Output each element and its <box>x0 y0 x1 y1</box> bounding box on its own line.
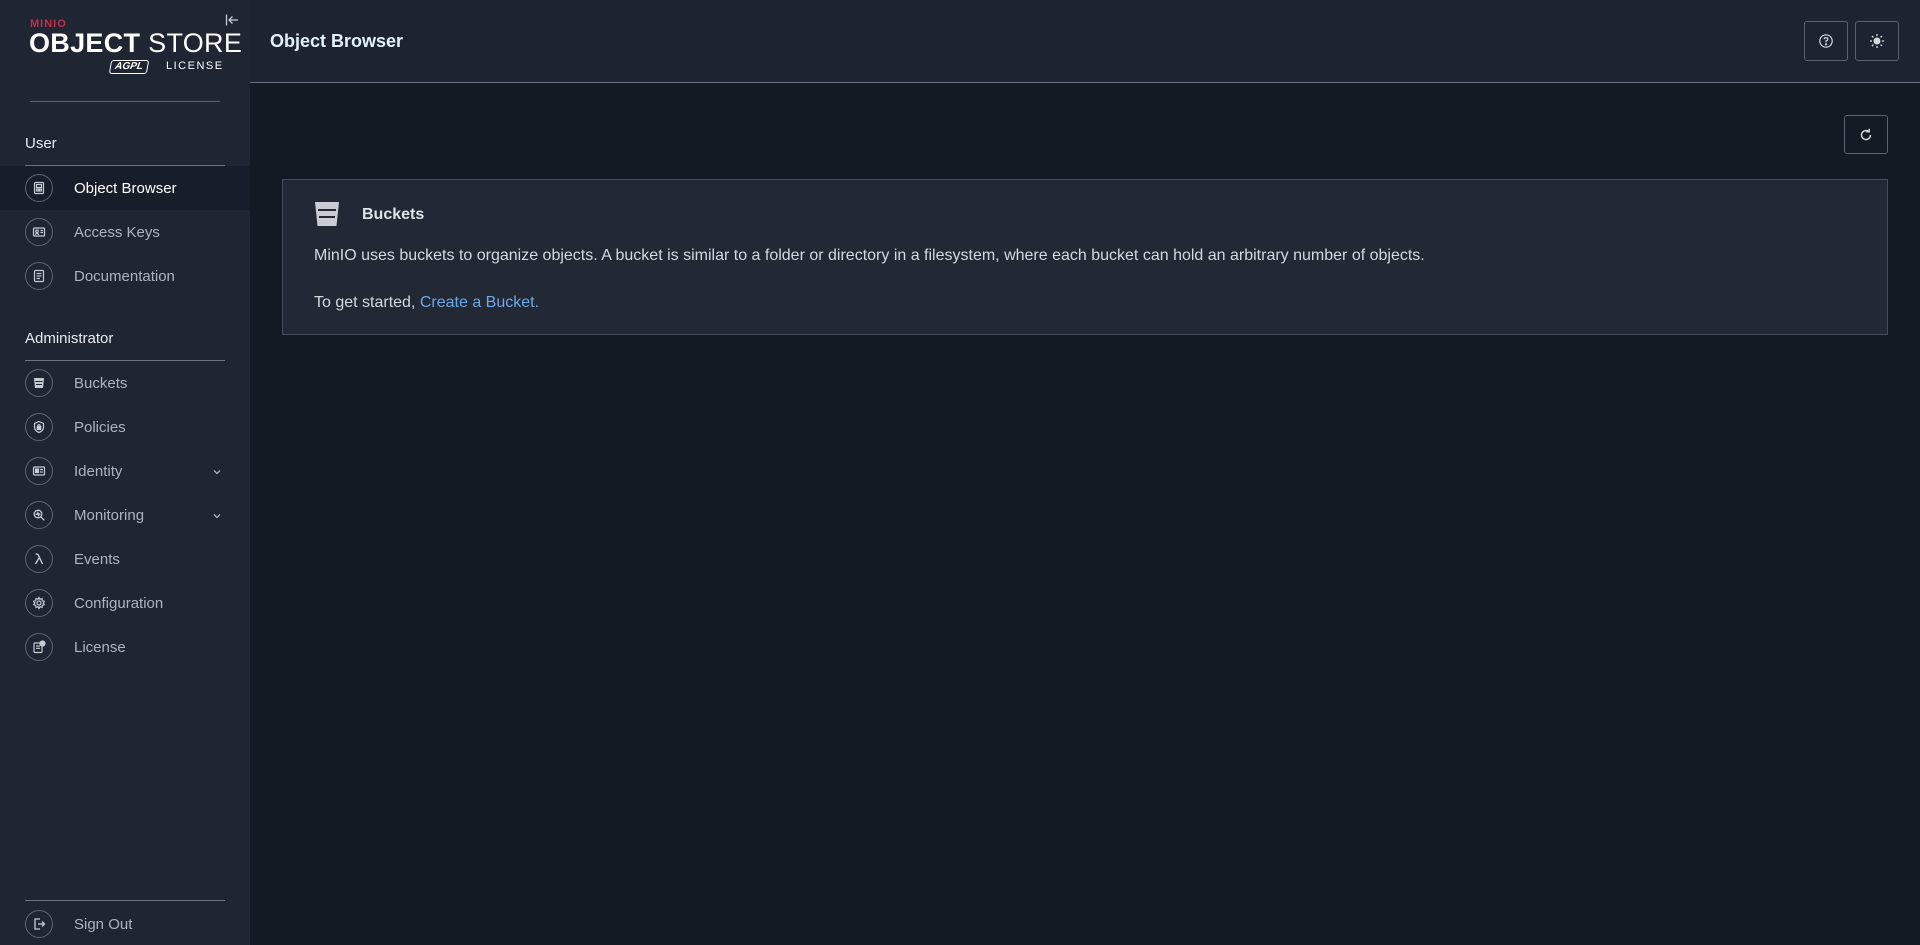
object-browser-icon <box>25 174 53 202</box>
minio-logo[interactable]: MINIO OBJECT STORE AGPL LICENSE <box>29 16 242 78</box>
collapse-left-icon <box>225 14 238 26</box>
sun-icon <box>1870 34 1884 48</box>
logo-license-label: LICENSE <box>166 60 224 72</box>
lambda-icon <box>25 545 53 573</box>
magnifier-icon <box>25 501 53 529</box>
section-title-administrator: Administrator <box>25 330 114 347</box>
sidebar: MINIO OBJECT STORE AGPL LICENSE User Obj… <box>0 0 250 945</box>
card-call-to-action: To get started, Create a Bucket. <box>314 294 539 312</box>
sidebar-item-identity[interactable]: Identity <box>0 449 250 493</box>
sidebar-item-label: Documentation <box>74 267 175 285</box>
refresh-button[interactable] <box>1844 115 1888 154</box>
refresh-icon <box>1860 128 1872 140</box>
chevron-down-icon[interactable] <box>211 466 223 478</box>
logo-product-bold: OBJECT <box>29 28 141 58</box>
sidebar-item-license[interactable]: License <box>0 625 250 669</box>
sign-out-label: Sign Out <box>74 915 133 933</box>
logo-divider <box>30 101 220 102</box>
page-title: Object Browser <box>270 31 404 51</box>
sidebar-item-monitoring[interactable]: Monitoring <box>0 493 250 537</box>
chevron-down-icon[interactable] <box>211 510 223 522</box>
app: MINIO OBJECT STORE AGPL LICENSE User Obj… <box>0 0 1920 945</box>
help-icon <box>1819 34 1833 48</box>
sidebar-item-documentation[interactable]: Documentation <box>0 254 250 298</box>
sidebar-item-access-keys[interactable]: Access Keys <box>0 210 250 254</box>
sidebar-item-label: Events <box>74 550 120 568</box>
sidebar-item-label: Policies <box>74 418 126 436</box>
gear-icon <box>25 589 53 617</box>
license-icon <box>25 633 53 661</box>
identity-card-icon <box>25 457 53 485</box>
documentation-icon <box>25 262 53 290</box>
card-description: MinIO uses buckets to organize objects. … <box>314 247 1425 264</box>
access-keys-icon <box>25 218 53 246</box>
buckets-empty-state-card: Buckets MinIO uses buckets to organize o… <box>282 179 1888 335</box>
sign-out-button[interactable]: Sign Out <box>0 902 250 945</box>
sidebar-item-events[interactable]: Events <box>0 537 250 581</box>
collapse-sidebar-button[interactable] <box>223 11 241 29</box>
create-bucket-link[interactable]: Create a Bucket. <box>420 294 539 311</box>
sidebar-item-label: Configuration <box>74 594 164 612</box>
sidebar-item-label: Object Browser <box>74 179 177 197</box>
bucket-icon <box>315 202 339 226</box>
card-title: Buckets <box>362 206 425 223</box>
sidebar-item-buckets[interactable]: Buckets <box>0 361 250 405</box>
sidebar-item-policies[interactable]: Policies <box>0 405 250 449</box>
sidebar-bottom-divider <box>25 900 225 901</box>
bucket-icon <box>25 369 53 397</box>
section-title-user: User <box>25 135 57 152</box>
sidebar-item-label: Monitoring <box>74 506 145 524</box>
logo-product: OBJECT STORE <box>29 28 242 59</box>
sidebar-item-label: Identity <box>74 462 123 480</box>
cta-prefix: To get started, <box>314 294 420 311</box>
theme-toggle-button[interactable] <box>1855 21 1899 61</box>
sign-out-icon <box>25 910 53 938</box>
help-button[interactable] <box>1804 21 1848 61</box>
sidebar-item-label: License <box>74 638 126 656</box>
logo-product-rest: STORE <box>140 28 243 58</box>
lock-icon <box>25 413 53 441</box>
agpl-badge: AGPL <box>108 60 150 74</box>
sidebar-item-label: Buckets <box>74 374 128 392</box>
sidebar-item-configuration[interactable]: Configuration <box>0 581 250 625</box>
page-header: Object Browser <box>250 0 1920 83</box>
sidebar-item-label: Access Keys <box>74 223 160 241</box>
sidebar-item-object-browser[interactable]: Object Browser <box>0 166 250 210</box>
